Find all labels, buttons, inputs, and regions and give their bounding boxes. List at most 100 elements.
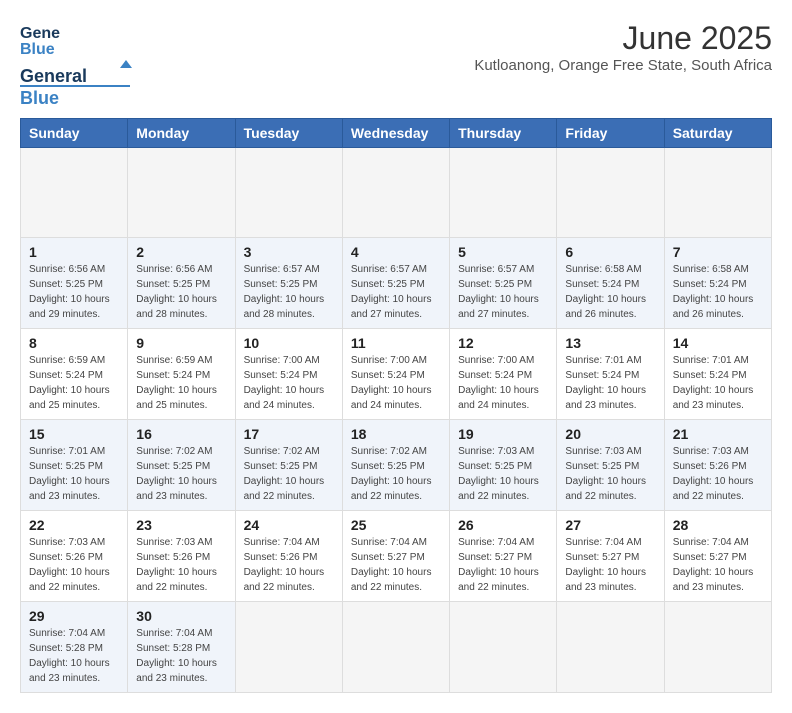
day-info: Sunrise: 7:03 AMSunset: 5:26 PMDaylight:… bbox=[136, 535, 226, 595]
day-number: 19 bbox=[458, 426, 548, 442]
day-number: 17 bbox=[244, 426, 334, 442]
day-info: Sunrise: 7:01 AMSunset: 5:25 PMDaylight:… bbox=[29, 444, 119, 504]
calendar-cell: 29Sunrise: 7:04 AMSunset: 5:28 PMDayligh… bbox=[21, 602, 128, 693]
calendar-cell: 15Sunrise: 7:01 AMSunset: 5:25 PMDayligh… bbox=[21, 420, 128, 511]
calendar-cell: 23Sunrise: 7:03 AMSunset: 5:26 PMDayligh… bbox=[128, 511, 235, 602]
calendar-cell: 6 Sunrise: 6:58 AMSunset: 5:24 PMDaylight… bbox=[557, 238, 664, 329]
day-number: 13 bbox=[565, 335, 655, 351]
day-number: 4 bbox=[351, 244, 441, 260]
day-number: 5 bbox=[458, 244, 548, 260]
calendar-cell: 26 Sunrise: 7:04 AMSunset: 5:27 PMDayligh… bbox=[450, 511, 557, 602]
calendar-cell: 30 Sunrise: 7:04 AMSunset: 5:28 PMDayligh… bbox=[128, 602, 235, 693]
calendar-cell bbox=[450, 148, 557, 238]
calendar-cell: 5Sunrise: 6:57 AMSunset: 5:25 PMDaylight… bbox=[450, 238, 557, 329]
calendar-cell: 22 Sunrise: 7:03 AMSunset: 5:26 PMDayligh… bbox=[21, 511, 128, 602]
day-number: 3 bbox=[244, 244, 334, 260]
svg-text:Blue: Blue bbox=[20, 41, 55, 58]
calendar-cell: 11 Sunrise: 7:00 AMSunset: 5:24 PMDayligh… bbox=[342, 329, 449, 420]
day-info: Sunrise: 7:03 AMSunset: 5:26 PMDaylight:… bbox=[673, 444, 763, 504]
calendar-cell: 10 Sunrise: 7:00 AMSunset: 5:24 PMDayligh… bbox=[235, 329, 342, 420]
calendar-cell: 8Sunrise: 6:59 AMSunset: 5:24 PMDaylight… bbox=[21, 329, 128, 420]
day-info: Sunrise: 7:00 AMSunset: 5:24 PMDaylight:… bbox=[244, 353, 334, 413]
calendar-cell: 1 Sunrise: 6:56 AMSunset: 5:25 PMDaylight… bbox=[21, 238, 128, 329]
logo-icon: General Blue bbox=[20, 20, 60, 60]
calendar-header-row: Sunday Monday Tuesday Wednesday Thursday… bbox=[21, 119, 772, 148]
day-info: Sunrise: 6:58 AMSunset: 5:24 PMDaylight:… bbox=[565, 262, 655, 322]
day-info: Sunrise: 7:04 AMSunset: 5:27 PMDaylight:… bbox=[458, 535, 548, 595]
day-number: 10 bbox=[244, 335, 334, 351]
calendar-cell bbox=[557, 602, 664, 693]
day-number: 14 bbox=[673, 335, 763, 351]
col-friday: Friday bbox=[557, 119, 664, 148]
day-number: 16 bbox=[136, 426, 226, 442]
day-info: Sunrise: 7:02 AMSunset: 5:25 PMDaylight:… bbox=[136, 444, 226, 504]
calendar-cell: 17 Sunrise: 7:02 AMSunset: 5:25 PMDayligh… bbox=[235, 420, 342, 511]
day-number: 25 bbox=[351, 517, 441, 533]
day-number: 21 bbox=[673, 426, 763, 442]
calendar-cell: 7Sunrise: 6:58 AMSunset: 5:24 PMDaylight… bbox=[664, 238, 771, 329]
calendar-cell: 9Sunrise: 6:59 AMSunset: 5:24 PMDaylight… bbox=[128, 329, 235, 420]
day-info: Sunrise: 7:03 AMSunset: 5:25 PMDaylight:… bbox=[565, 444, 655, 504]
calendar-cell bbox=[557, 148, 664, 238]
col-wednesday: Wednesday bbox=[342, 119, 449, 148]
day-info: Sunrise: 7:03 AMSunset: 5:26 PMDaylight:… bbox=[29, 535, 119, 595]
calendar-cell bbox=[235, 602, 342, 693]
day-info: Sunrise: 7:04 AMSunset: 5:27 PMDaylight:… bbox=[351, 535, 441, 595]
calendar-cell: 24Sunrise: 7:04 AMSunset: 5:26 PMDayligh… bbox=[235, 511, 342, 602]
day-info: Sunrise: 7:02 AMSunset: 5:25 PMDaylight:… bbox=[244, 444, 334, 504]
day-info: Sunrise: 7:00 AMSunset: 5:24 PMDaylight:… bbox=[458, 353, 548, 413]
day-info: Sunrise: 6:57 AMSunset: 5:25 PMDaylight:… bbox=[244, 262, 334, 322]
day-info: Sunrise: 7:04 AMSunset: 5:27 PMDaylight:… bbox=[673, 535, 763, 595]
day-info: Sunrise: 7:04 AMSunset: 5:27 PMDaylight:… bbox=[565, 535, 655, 595]
calendar-cell: 25 Sunrise: 7:04 AMSunset: 5:27 PMDayligh… bbox=[342, 511, 449, 602]
day-info: Sunrise: 7:04 AMSunset: 5:28 PMDaylight:… bbox=[136, 626, 226, 686]
day-info: Sunrise: 6:56 AMSunset: 5:25 PMDaylight:… bbox=[29, 262, 119, 322]
calendar-week-4: 22 Sunrise: 7:03 AMSunset: 5:26 PMDayligh… bbox=[21, 511, 772, 602]
calendar-cell: 20 Sunrise: 7:03 AMSunset: 5:25 PMDayligh… bbox=[557, 420, 664, 511]
day-number: 8 bbox=[29, 335, 119, 351]
title-area: June 2025 Kutloanong, Orange Free State,… bbox=[474, 20, 772, 74]
calendar-cell: 18 Sunrise: 7:02 AMSunset: 5:25 PMDayligh… bbox=[342, 420, 449, 511]
col-monday: Monday bbox=[128, 119, 235, 148]
day-number: 22 bbox=[29, 517, 119, 533]
day-info: Sunrise: 6:57 AMSunset: 5:25 PMDaylight:… bbox=[351, 262, 441, 322]
calendar-week-5: 29Sunrise: 7:04 AMSunset: 5:28 PMDayligh… bbox=[21, 602, 772, 693]
col-sunday: Sunday bbox=[21, 119, 128, 148]
calendar-cell bbox=[450, 602, 557, 693]
day-number: 24 bbox=[244, 517, 334, 533]
calendar-cell: 27Sunrise: 7:04 AMSunset: 5:27 PMDayligh… bbox=[557, 511, 664, 602]
calendar-cell bbox=[664, 148, 771, 238]
calendar-week-2: 8Sunrise: 6:59 AMSunset: 5:24 PMDaylight… bbox=[21, 329, 772, 420]
month-title: June 2025 bbox=[474, 20, 772, 57]
calendar-week-1: 1 Sunrise: 6:56 AMSunset: 5:25 PMDaylight… bbox=[21, 238, 772, 329]
day-number: 20 bbox=[565, 426, 655, 442]
calendar-cell: 19 Sunrise: 7:03 AMSunset: 5:25 PMDayligh… bbox=[450, 420, 557, 511]
day-number: 11 bbox=[351, 335, 441, 351]
calendar-cell: 13Sunrise: 7:01 AMSunset: 5:24 PMDayligh… bbox=[557, 329, 664, 420]
day-number: 26 bbox=[458, 517, 548, 533]
col-tuesday: Tuesday bbox=[235, 119, 342, 148]
day-number: 6 bbox=[565, 244, 655, 260]
calendar-cell: 2 Sunrise: 6:56 AMSunset: 5:25 PMDaylight… bbox=[128, 238, 235, 329]
day-number: 1 bbox=[29, 244, 119, 260]
calendar-cell: 16 Sunrise: 7:02 AMSunset: 5:25 PMDayligh… bbox=[128, 420, 235, 511]
calendar-cell: 21 Sunrise: 7:03 AMSunset: 5:26 PMDayligh… bbox=[664, 420, 771, 511]
svg-text:General: General bbox=[20, 66, 87, 86]
calendar-cell bbox=[21, 148, 128, 238]
calendar-cell: 12Sunrise: 7:00 AMSunset: 5:24 PMDayligh… bbox=[450, 329, 557, 420]
calendar-cell bbox=[342, 602, 449, 693]
calendar-cell bbox=[235, 148, 342, 238]
day-number: 18 bbox=[351, 426, 441, 442]
day-info: Sunrise: 7:00 AMSunset: 5:24 PMDaylight:… bbox=[351, 353, 441, 413]
day-info: Sunrise: 7:03 AMSunset: 5:25 PMDaylight:… bbox=[458, 444, 548, 504]
day-number: 28 bbox=[673, 517, 763, 533]
day-info: Sunrise: 6:56 AMSunset: 5:25 PMDaylight:… bbox=[136, 262, 226, 322]
calendar-table: Sunday Monday Tuesday Wednesday Thursday… bbox=[20, 118, 772, 693]
calendar-week-0 bbox=[21, 148, 772, 238]
day-number: 30 bbox=[136, 608, 226, 624]
day-info: Sunrise: 6:58 AMSunset: 5:24 PMDaylight:… bbox=[673, 262, 763, 322]
day-info: Sunrise: 7:04 AMSunset: 5:28 PMDaylight:… bbox=[29, 626, 119, 686]
day-number: 2 bbox=[136, 244, 226, 260]
day-info: Sunrise: 7:02 AMSunset: 5:25 PMDaylight:… bbox=[351, 444, 441, 504]
col-thursday: Thursday bbox=[450, 119, 557, 148]
